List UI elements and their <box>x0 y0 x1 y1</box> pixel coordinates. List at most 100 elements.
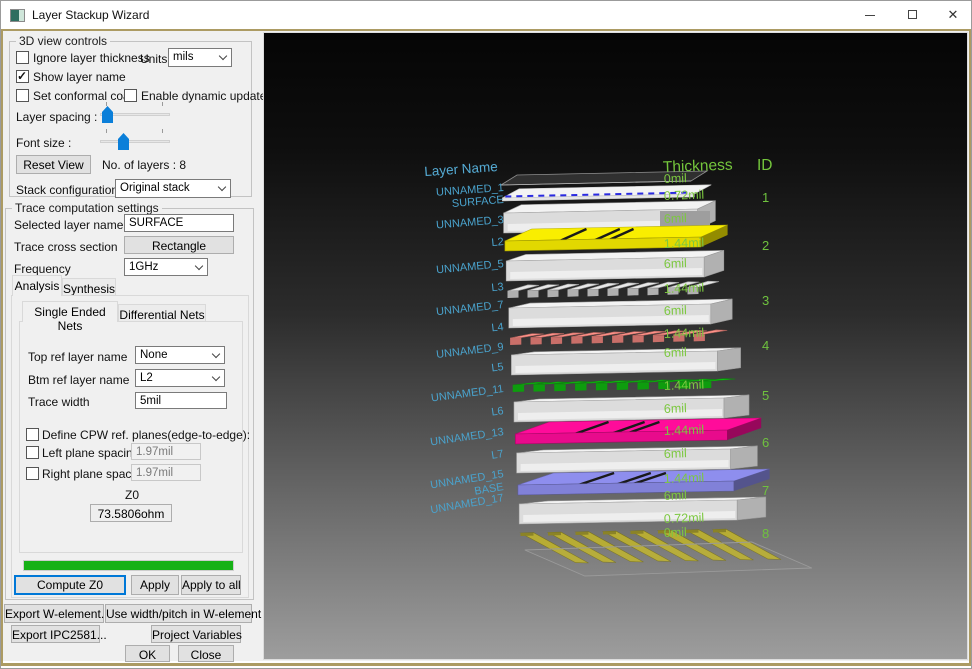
font-size-slider-track[interactable] <box>100 140 170 143</box>
stack-label: Layer Name <box>424 159 498 179</box>
trace-cross-section-button[interactable]: Rectangle <box>124 236 234 254</box>
frequency-value: 1GHz <box>129 261 158 273</box>
stack-layer-shape <box>508 291 519 298</box>
stack-label: UNNAMED_11 <box>430 383 504 404</box>
stack-label: 8 <box>762 526 769 541</box>
stack-layer-shape <box>521 533 534 536</box>
set-conformal-coat-checkbox[interactable] <box>16 89 29 102</box>
reset-view-button[interactable]: Reset View <box>16 155 91 174</box>
stack-label: SURFACE <box>451 194 504 210</box>
maximize-button[interactable] <box>891 1 933 29</box>
show-layer-name-checkbox[interactable] <box>16 70 29 83</box>
tab-single-ended-nets[interactable]: Single Ended Nets <box>22 301 118 322</box>
right-plane-spacing-input[interactable]: 1.97mil <box>131 464 201 481</box>
title-bar[interactable]: Layer Stackup Wizard ✕ <box>1 1 971 29</box>
stack-3d-view[interactable]: UNNAMED_10milSURFACE0.72mil1UNNAMED_36mi… <box>264 33 967 659</box>
stack-label: 5 <box>762 388 769 403</box>
units-value: mils <box>173 51 193 63</box>
stack-layer-shape <box>628 289 639 296</box>
stack-label: UNNAMED_9 <box>436 341 505 361</box>
stack-label: 4 <box>762 338 769 353</box>
stack-layer-shape <box>633 336 644 343</box>
left-plane-spacing-input[interactable]: 1.97mil <box>131 443 201 460</box>
stack-label: 6 <box>762 435 769 450</box>
units-select[interactable]: mils <box>168 48 232 67</box>
font-size-slider-thumb[interactable] <box>118 133 129 150</box>
tab-analysis[interactable]: Analysis <box>12 275 62 296</box>
stack-layer-shape <box>724 395 749 418</box>
ignore-layer-thickness-label: Ignore layer thickness <box>33 51 150 65</box>
compute-z0-button[interactable]: Compute Z0 <box>14 575 126 595</box>
stack-label: 1.44mil <box>664 423 705 438</box>
enable-dynamic-update-label: Enable dynamic update <box>141 89 266 103</box>
stack-label: 1 <box>762 190 769 205</box>
close-button-dialog[interactable]: Close <box>178 645 234 662</box>
num-layers-label: No. of layers : 8 <box>102 158 186 172</box>
selected-layer-name-input[interactable]: SURFACE <box>124 214 234 232</box>
stack-label: L4 <box>491 321 505 334</box>
apply-to-all-button[interactable]: Apply to all <box>181 575 241 595</box>
stack-label: 1.44mil <box>664 326 705 341</box>
stack-label: 0.72mil <box>664 188 705 203</box>
stack-label: 6mil <box>664 256 687 271</box>
app-icon <box>10 9 25 22</box>
stack-layer-shape <box>525 542 812 576</box>
progress-fill <box>24 561 233 570</box>
stack-label: 6mil <box>664 488 687 503</box>
frequency-label: Frequency <box>14 262 71 276</box>
stack-layer-shape <box>576 532 589 535</box>
analysis-tab-panel: Single Ended Nets Differential Nets Top … <box>11 295 249 598</box>
stack-configuration-select[interactable]: Original stack <box>115 179 231 198</box>
export-w-element-button[interactable]: Export W-element... <box>4 604 104 623</box>
stack-label: UNNAMED_3 <box>436 214 505 232</box>
minimize-button[interactable] <box>849 1 891 29</box>
tab-synthesis[interactable]: Synthesis <box>62 278 116 296</box>
stack-label: 6mil <box>664 345 687 360</box>
layer-stackup-wizard-window: Layer Stackup Wizard ✕ 3D view controls … <box>0 0 972 669</box>
use-width-pitch-button[interactable]: Use width/pitch in W-element <box>105 604 252 623</box>
stackup-3d-viewport[interactable]: UNNAMED_10milSURFACE0.72mil1UNNAMED_36mi… <box>263 32 968 660</box>
ok-button[interactable]: OK <box>125 645 170 662</box>
stack-layer-shape <box>731 446 758 469</box>
stack-layer-shape <box>617 383 628 390</box>
stack-label: 1.44mil <box>664 378 705 393</box>
top-ref-layer-select[interactable]: None <box>135 346 225 364</box>
layer-spacing-slider-thumb[interactable] <box>102 106 113 123</box>
ignore-layer-thickness-checkbox[interactable] <box>16 51 29 64</box>
trace-width-input[interactable]: 5mil <box>135 392 227 409</box>
stack-layer-shape <box>551 337 562 344</box>
stack-label: ID <box>757 157 773 174</box>
left-plane-spacing-checkbox[interactable] <box>26 446 39 459</box>
stack-layer-shape <box>638 383 649 390</box>
stack-label: 1.44mil <box>664 471 705 486</box>
export-ipc2581-button[interactable]: Export IPC2581... <box>11 625 100 643</box>
slider-tick <box>106 102 107 106</box>
enable-dynamic-update-checkbox[interactable] <box>124 89 137 102</box>
right-plane-spacing-checkbox[interactable] <box>26 467 39 480</box>
top-ref-layer-label: Top ref layer name <box>28 350 127 364</box>
frequency-select[interactable]: 1GHz <box>124 258 208 276</box>
stack-label: 3 <box>762 293 769 308</box>
apply-button[interactable]: Apply <box>131 575 179 595</box>
tab-differential-nets[interactable]: Differential Nets <box>118 304 206 322</box>
project-variables-button[interactable]: Project Variables <box>151 625 241 643</box>
minimize-icon <box>865 15 875 16</box>
z0-label: Z0 <box>20 488 244 502</box>
stack-label: 6mil <box>664 303 687 318</box>
single-ended-panel: Top ref layer name None Btm ref layer na… <box>19 321 243 553</box>
stack-label: 0.72mil <box>664 511 705 526</box>
stack-label: L6 <box>491 405 505 419</box>
stack-layer-shape <box>737 497 766 520</box>
stack-configuration-label: Stack configuration: <box>16 183 121 197</box>
define-cpw-checkbox[interactable] <box>26 428 39 441</box>
close-button[interactable]: ✕ <box>932 1 972 29</box>
compute-progress-bar <box>23 560 234 571</box>
stack-label: Thickness <box>663 157 734 176</box>
stack-label: 1.44mil <box>664 281 705 296</box>
stack-label: L5 <box>491 361 505 374</box>
chevron-down-icon <box>219 52 227 60</box>
stack-label: 2 <box>762 238 769 253</box>
stack-label: 0mil <box>664 525 687 540</box>
btm-ref-layer-select[interactable]: L2 <box>135 369 225 387</box>
controls-panel: 3D view controls Ignore layer thickness … <box>3 31 262 661</box>
